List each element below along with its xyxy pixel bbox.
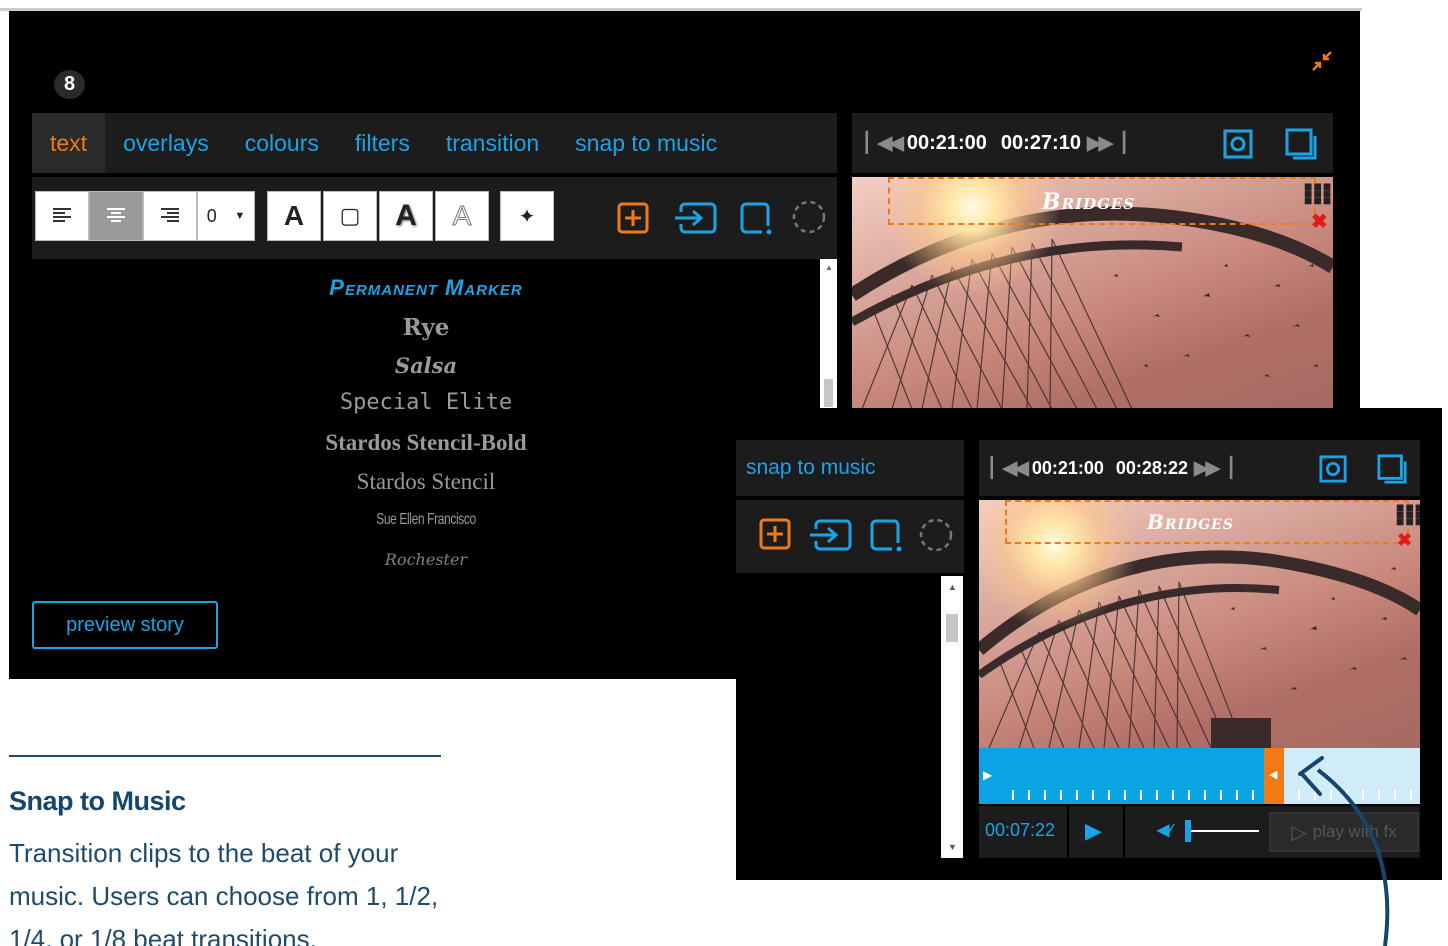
- font-item[interactable]: Salsa: [32, 353, 820, 378]
- size-select[interactable]: 0 ▼: [197, 191, 255, 241]
- font-item[interactable]: Stardos Stencil-Bold: [32, 430, 820, 456]
- skip-forward-icon[interactable]: ▶▶▕: [1087, 132, 1125, 155]
- add-icon[interactable]: [758, 517, 792, 551]
- overlay-text: Bridges: [1147, 510, 1234, 534]
- tab-snap-to-music[interactable]: snap to music: [557, 113, 735, 173]
- end-time: 00:27:10: [1000, 131, 1081, 154]
- align-right-icon: [161, 208, 179, 222]
- scrollbar-thumb[interactable]: [946, 614, 958, 642]
- tab-filters[interactable]: filters: [337, 113, 428, 173]
- handle-arrow-icon: ◀: [1269, 769, 1278, 781]
- clip-number-badge: 8: [54, 70, 85, 99]
- start-time: 00:21:00: [906, 131, 987, 154]
- frame-icon[interactable]: [737, 199, 777, 237]
- end-time: 00:28:22: [1115, 457, 1188, 478]
- caption-body: Transition clips to the beat of your mus…: [9, 838, 439, 946]
- align-left-icon: [53, 208, 71, 222]
- caption-heading: Snap to Music: [9, 786, 186, 816]
- text-format-toolbar: 0 ▼ A ▢ A A ✦: [32, 177, 837, 259]
- crop-circle-icon[interactable]: [914, 515, 958, 555]
- timeline-start-marker[interactable]: ▶: [983, 768, 992, 782]
- skip-forward-icon[interactable]: ▶▶▕: [1194, 457, 1232, 480]
- page: 8 text overlays colours filters transiti…: [0, 0, 1448, 946]
- caption-rule: [9, 755, 441, 757]
- align-right-button[interactable]: [143, 191, 197, 241]
- volume-slider-thumb[interactable]: [1185, 820, 1191, 842]
- delete-overlay-icon[interactable]: ✖: [1311, 209, 1328, 234]
- fullscreen-icon[interactable]: [1285, 128, 1317, 165]
- outline-text-button[interactable]: A: [435, 191, 489, 241]
- media-tools-row: [736, 500, 964, 573]
- collapse-icon[interactable]: [1309, 48, 1335, 74]
- chevron-down-icon: ▼: [234, 210, 246, 222]
- grid-icon[interactable]: ■■■■■■■■■: [1304, 179, 1332, 207]
- scroll-up-icon[interactable]: ▲: [825, 263, 833, 272]
- add-icon[interactable]: [614, 199, 652, 237]
- play-icon[interactable]: ▶: [1085, 818, 1102, 844]
- scroll-down-icon[interactable]: ▼: [948, 842, 957, 852]
- insert-icon[interactable]: [670, 199, 720, 237]
- font-item[interactable]: Stardos Stencil: [32, 469, 820, 495]
- timeline-scrub-handle[interactable]: ◀: [1264, 748, 1284, 804]
- font-list: Permanent Marker Rye Salsa Special Elite…: [32, 259, 820, 589]
- crop-circle-icon[interactable]: [787, 197, 831, 237]
- current-time: 00:07:22: [985, 820, 1056, 840]
- shadow-text-button[interactable]: A: [379, 191, 433, 241]
- player-toolbar: ▏◀◀ 00:21:00 00:27:10 ▶▶▕: [852, 113, 1333, 173]
- tab-overlays[interactable]: overlays: [105, 113, 227, 173]
- tab-colours[interactable]: colours: [227, 113, 337, 173]
- font-item[interactable]: Sue Ellen Francisco: [131, 511, 722, 529]
- font-item[interactable]: Special Elite: [32, 390, 820, 415]
- align-center-icon: [107, 208, 125, 222]
- video-preview[interactable]: Bridges ■■■■■■■■■ ✖: [979, 500, 1420, 748]
- overlay-text: Bridges: [1042, 189, 1136, 215]
- align-left-button[interactable]: [35, 191, 89, 241]
- delete-overlay-icon[interactable]: ✖: [1397, 530, 1412, 551]
- list-scrollbar[interactable]: ▲ ▼: [941, 576, 963, 858]
- align-center-button[interactable]: [89, 191, 143, 241]
- skip-back-icon[interactable]: ▏◀◀: [866, 132, 904, 155]
- size-select-value: 0: [206, 205, 217, 226]
- font-item[interactable]: Rye: [32, 314, 820, 341]
- tab-snap-to-music-active[interactable]: snap to music: [736, 440, 964, 496]
- snapshot-icon[interactable]: [1223, 129, 1253, 164]
- bold-text-button[interactable]: A: [267, 191, 321, 241]
- font-item-selected[interactable]: Permanent Marker: [32, 275, 820, 301]
- font-item[interactable]: Rochester: [32, 550, 820, 569]
- player-toolbar: ▏◀◀ 00:21:00 00:28:22 ▶▶▕: [979, 440, 1420, 496]
- grid-icon[interactable]: ■■■■■■■■■: [1396, 500, 1420, 528]
- video-preview[interactable]: Bridges ■■■■■■■■■ ✖: [852, 177, 1333, 409]
- snapshot-icon[interactable]: [1319, 455, 1347, 488]
- scrollbar-thumb[interactable]: [824, 379, 833, 407]
- start-time: 00:21:00: [1031, 457, 1104, 478]
- volume-mute-icon[interactable]: ◀⁄: [1157, 820, 1172, 840]
- text-box-button[interactable]: ▢: [323, 191, 377, 241]
- fullscreen-icon[interactable]: [1377, 454, 1407, 489]
- frame-icon[interactable]: [868, 517, 906, 553]
- editor-tab-bar: text overlays colours filters transition…: [32, 113, 837, 173]
- skip-back-icon[interactable]: ▏◀◀: [991, 457, 1029, 480]
- font-list-scrollbar[interactable]: ▲: [820, 259, 837, 411]
- insert-icon[interactable]: [806, 517, 854, 553]
- tab-transition[interactable]: transition: [428, 113, 557, 173]
- callout-arrow-icon: [1298, 756, 1390, 946]
- preview-story-button[interactable]: preview story: [32, 601, 218, 649]
- volume-slider[interactable]: [1185, 830, 1259, 832]
- sparkle-effect-button[interactable]: ✦: [500, 191, 554, 241]
- scroll-up-icon[interactable]: ▲: [948, 582, 957, 592]
- tab-text[interactable]: text: [32, 113, 106, 173]
